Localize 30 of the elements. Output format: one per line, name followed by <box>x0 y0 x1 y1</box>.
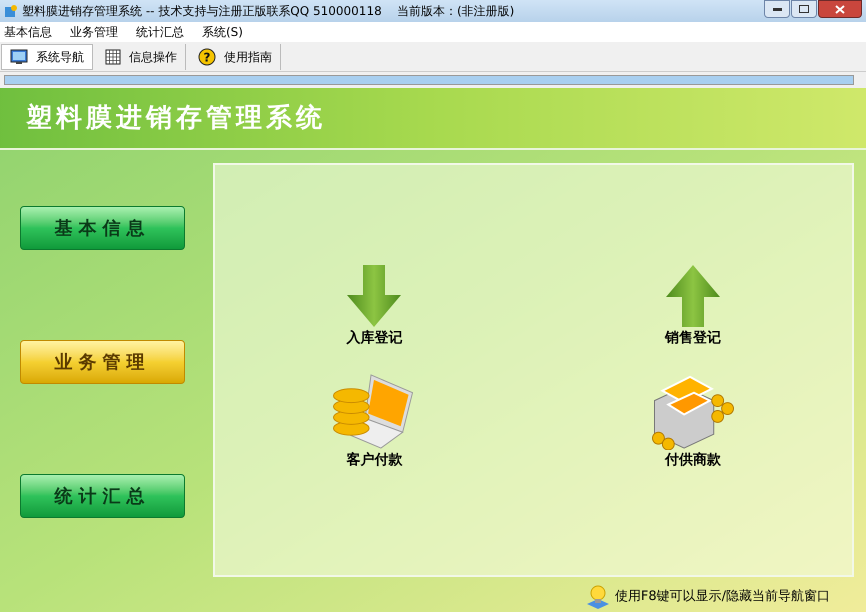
action-button[interactable]: 客户付款 <box>215 371 534 471</box>
minimize-button[interactable] <box>764 0 790 18</box>
up-arrow-icon <box>664 264 721 328</box>
grid-icon <box>105 48 121 64</box>
window-title: 塑料膜进销存管理系统 -- 技术支持与注册正版联系QQ 510000118 当前版本：(非注册版) <box>22 3 516 20</box>
close-button[interactable] <box>818 0 862 18</box>
toolbar-button[interactable]: ? 使用指南 <box>190 44 281 70</box>
lightbulb-icon <box>584 584 611 610</box>
monitor-icon <box>10 48 28 64</box>
nav-button[interactable]: 业务管理 <box>20 340 185 384</box>
close-icon <box>835 4 845 14</box>
minimize-icon <box>772 8 782 10</box>
maximize-button[interactable] <box>791 0 817 18</box>
menu-item[interactable]: 系统(S) <box>202 23 243 41</box>
app-icon <box>4 4 18 18</box>
action-button[interactable]: 入库登记 <box>215 249 534 349</box>
toolbar-button[interactable]: 信息操作 <box>97 44 186 70</box>
nav-button[interactable]: 统计汇总 <box>20 474 185 518</box>
banner-title: 塑料膜进销存管理系统 <box>26 102 326 134</box>
nav-button[interactable]: 基本信息 <box>20 206 185 250</box>
down-arrow-icon <box>346 264 402 328</box>
toolbar-button[interactable]: 系统导航 <box>1 44 93 70</box>
menu-item[interactable]: 业务管理 <box>70 23 118 41</box>
hint-text: 使用F8键可以显示/隐藏当前导航窗口 <box>614 588 830 606</box>
help-icon: ? <box>198 48 216 66</box>
maximize-icon <box>799 5 809 13</box>
menu-item[interactable]: 统计汇总 <box>136 23 184 41</box>
action-button[interactable]: 付供商款 <box>534 371 852 471</box>
menu-item[interactable]: 基本信息 <box>4 23 52 41</box>
action-button[interactable]: 销售登记 <box>534 249 852 349</box>
